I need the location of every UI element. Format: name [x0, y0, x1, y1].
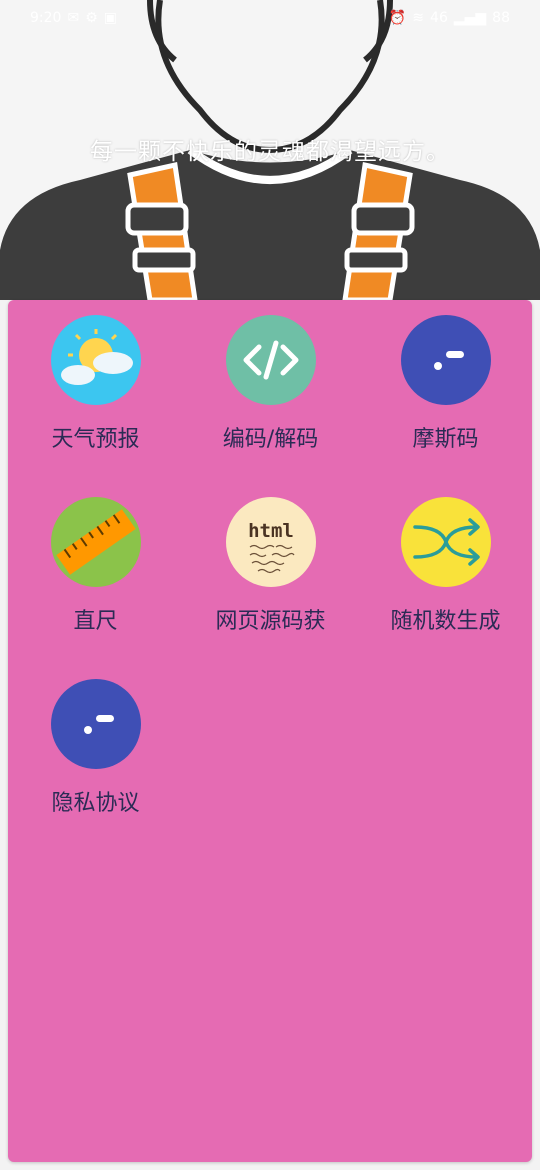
tools-panel: 天气预报 编码/解码 摩斯码 直尺 html 网页源码获 随机数生成 隐私协议 — [8, 300, 532, 1162]
settings-icon: ⚙ — [85, 10, 98, 26]
tool-ruler[interactable]: 直尺 — [8, 482, 183, 652]
weather-icon — [50, 315, 141, 405]
tool-html-source[interactable]: html 网页源码获 — [183, 482, 358, 652]
signal-icon: ▂▄▆ — [453, 10, 487, 26]
tool-label: 随机数生成 — [390, 609, 501, 634]
morse-icon — [400, 315, 491, 405]
tool-morse[interactable]: 摩斯码 — [358, 300, 533, 470]
tool-label: 编码/解码 — [222, 427, 319, 452]
shuffle-icon — [400, 497, 491, 587]
network-text: 46 — [430, 10, 448, 26]
privacy-icon — [50, 679, 141, 769]
tool-label: 直尺 — [73, 609, 118, 634]
message-icon: ▣ — [103, 10, 117, 26]
tool-label: 隐私协议 — [51, 791, 140, 816]
ruler-icon — [50, 497, 141, 587]
status-bar: 9:20 ✉ ⚙ ▣ ⏰ ≋ 46 ▂▄▆ 88 — [0, 0, 540, 36]
wifi-icon: ≋ — [412, 10, 425, 26]
tool-label: 天气预报 — [51, 427, 140, 452]
svg-text:html: html — [248, 520, 294, 542]
notification-icon: ✉ — [67, 10, 80, 26]
tool-privacy-policy[interactable]: 隐私协议 — [8, 664, 183, 834]
alarm-icon: ⏰ — [388, 10, 407, 26]
tool-random-number[interactable]: 随机数生成 — [358, 482, 533, 652]
tool-encode-decode[interactable]: 编码/解码 — [183, 300, 358, 470]
battery-text: 88 — [492, 10, 510, 26]
slogan-text: 每一颗不快乐的灵魂都渴望远方。 — [90, 139, 450, 165]
clock-text: 9:20 — [30, 10, 62, 26]
tool-weather[interactable]: 天气预报 — [8, 300, 183, 470]
html-icon: html — [225, 497, 316, 587]
tool-label: 网页源码获 — [215, 609, 326, 634]
code-icon — [225, 315, 316, 405]
tool-label: 摩斯码 — [412, 427, 479, 452]
header-banner: 9:20 ✉ ⚙ ▣ ⏰ ≋ 46 ▂▄▆ 88 每一颗不快乐的灵魂都渴望远方。 — [0, 0, 540, 300]
